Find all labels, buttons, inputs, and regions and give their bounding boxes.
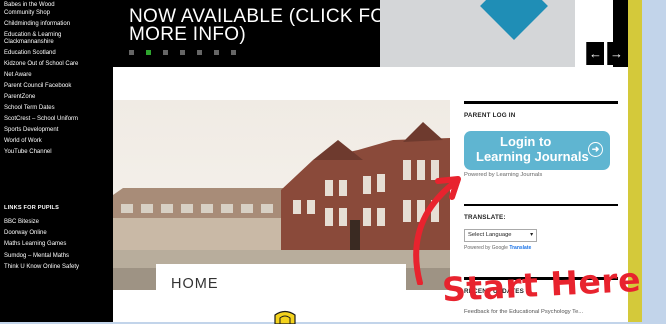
slider-dot[interactable] <box>231 50 236 55</box>
language-select-value: Select Language <box>468 232 512 238</box>
page-title: HOME <box>171 276 219 292</box>
slider-dots <box>129 50 236 55</box>
sidebar-link[interactable]: Clackmannanshire <box>0 39 113 47</box>
sidebar-link[interactable]: World of Work <box>0 138 113 146</box>
slider-next-button[interactable]: → <box>607 42 625 65</box>
pupil-link[interactable]: Think U Know Online Safety <box>0 264 79 272</box>
arrow-left-icon: ← <box>589 46 602 61</box>
google-translate-link[interactable]: Translate <box>509 245 531 251</box>
pupil-link[interactable]: Doorway Online <box>0 230 79 238</box>
login-learning-journals-button[interactable]: Login to Learning Journals ➜ <box>464 130 610 170</box>
sidebar-links: Babes in the Wood Community Shop Childmi… <box>0 0 113 157</box>
slider-dot[interactable] <box>180 50 185 55</box>
page-border-blue <box>642 0 666 322</box>
hero-slider[interactable]: NOW AVAILABLE (CLICK FOR MORE INFO) ← → <box>113 0 628 67</box>
translate-title: TRANSLATE: <box>464 214 506 221</box>
sidebar-link[interactable]: YouTube Channel <box>0 149 113 157</box>
slide-graphic <box>480 0 548 40</box>
slider-prev-button[interactable]: ← <box>586 42 604 65</box>
slide-caption-line: MORE INFO) <box>129 24 246 45</box>
language-select[interactable]: Select Language ▾ <box>464 229 537 242</box>
sidebar-link[interactable]: Education Scotland <box>0 50 113 58</box>
slider-dot[interactable] <box>197 50 202 55</box>
pupil-links: LINKS FOR PUPILS BBC Bitesize Doorway On… <box>0 205 79 275</box>
widget-divider <box>464 101 618 104</box>
parent-login-title: PARENT LOG IN <box>464 111 516 119</box>
arrow-circle-icon: ➜ <box>588 141 603 157</box>
slider-dot-active[interactable] <box>146 50 151 55</box>
google-powered-text: Powered by Google Translate <box>464 245 620 251</box>
sidebar: Babes in the Wood Community Shop Childmi… <box>0 0 113 322</box>
sidebar-link[interactable]: Net Aware <box>0 72 113 80</box>
chevron-down-icon: ▾ <box>530 232 533 238</box>
recent-update-link[interactable]: Feedback for the Educational Psychology … <box>464 309 620 315</box>
slide-image <box>380 0 613 67</box>
arrow-right-icon: → <box>610 46 623 61</box>
pupil-link[interactable]: Sumdog – Mental Maths <box>0 253 79 261</box>
sidebar-link[interactable]: ParentZone <box>0 94 113 102</box>
google-powered-label: Powered by Google <box>464 245 508 251</box>
sidebar-link[interactable]: ScotCrest – School Uniform <box>0 116 113 124</box>
slider-dot[interactable] <box>214 50 219 55</box>
slider-dot[interactable] <box>129 50 134 55</box>
sidebar-link[interactable]: Babes in the Wood <box>0 2 113 10</box>
sidebar-link[interactable]: School Term Dates <box>0 105 113 113</box>
widget-divider <box>464 203 618 206</box>
pupil-link[interactable]: Maths Learning Games <box>0 241 79 249</box>
pupil-links-heading: LINKS FOR PUPILS <box>4 205 60 211</box>
sidebar-link[interactable]: Childminding information <box>0 21 113 29</box>
sidebar-link[interactable]: Education & Learning <box>0 32 113 40</box>
sidebar-link[interactable]: Sports Development <box>0 127 113 135</box>
sidebar-link[interactable]: Parent Council Facebook <box>0 83 113 91</box>
pupil-link[interactable]: BBC Bitesize <box>0 219 79 227</box>
slider-dot[interactable] <box>163 50 168 55</box>
slide-caption[interactable]: NOW AVAILABLE (CLICK FOR MORE INFO) <box>129 7 399 45</box>
login-button-line1: Login to <box>500 133 552 149</box>
sidebar-link[interactable]: Kidzone Out of School Care <box>0 61 113 69</box>
sidebar-link[interactable]: Community Shop <box>0 10 113 18</box>
page-title-box: HOME <box>156 264 406 304</box>
powered-by-text: Powered by Learning Journals <box>464 171 543 178</box>
login-button-line2: Learning Journals <box>476 148 589 164</box>
